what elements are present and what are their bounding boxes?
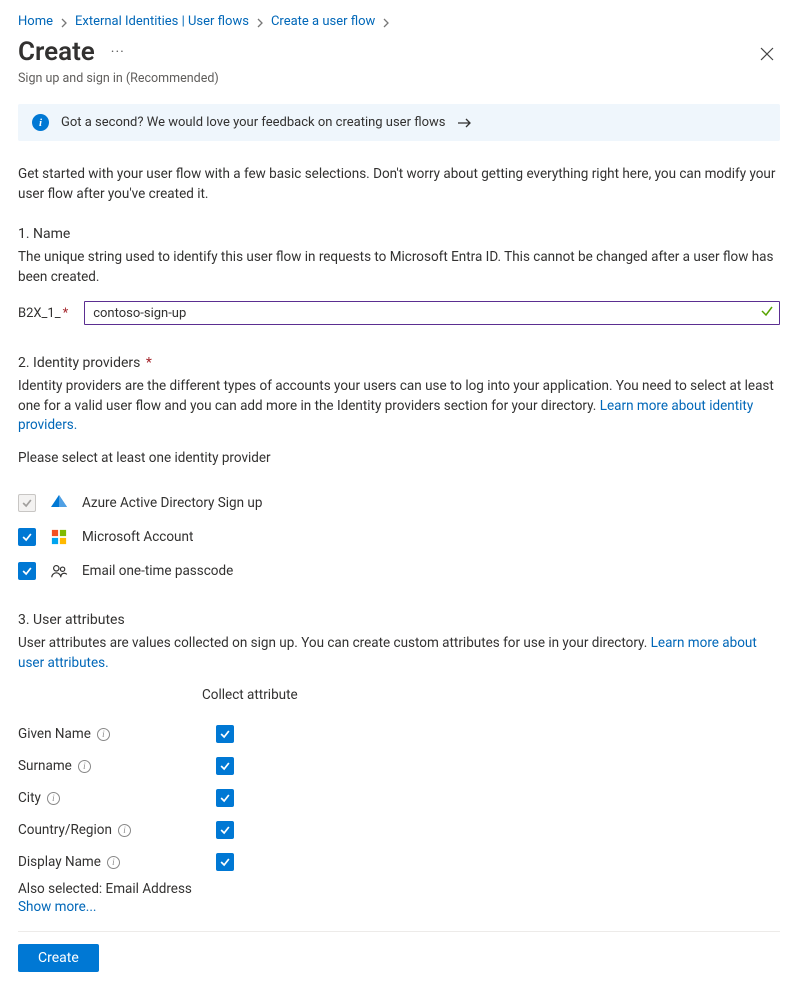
info-icon: i [32,114,49,131]
attr-checkbox-country[interactable] [216,821,234,839]
breadcrumb: Home External Identities | User flows Cr… [18,12,780,37]
name-prefix-label: B2X_1_* [18,306,68,321]
info-outline-icon[interactable]: i [107,856,120,869]
chevron-right-icon [59,17,69,27]
feedback-banner-text: Got a second? We would love your feedbac… [61,115,445,130]
idp-section-desc: Identity providers are the different typ… [18,377,780,436]
footer-bar: Create [18,931,780,986]
people-icon [50,562,68,580]
attr-checkbox-surname[interactable] [216,757,234,775]
breadcrumb-item-external-identities[interactable]: External Identities | User flows [75,14,249,29]
close-icon [760,47,774,61]
attr-row-country: Country/Region i [18,821,780,839]
breadcrumb-item-create-user-flow[interactable]: Create a user flow [271,14,375,29]
idp-checkbox-aad [18,494,36,512]
info-outline-icon[interactable]: i [78,760,91,773]
chevron-right-icon [381,17,391,27]
chevron-right-icon [255,17,265,27]
idp-instruction: Please select at least one identity prov… [18,450,780,466]
attr-label: Country/Region [18,822,112,838]
name-section-desc: The unique string used to identify this … [18,248,780,287]
aad-icon [50,494,68,512]
attr-row-surname: Surname i [18,757,780,775]
name-section-label: 1. Name [18,226,780,242]
idp-label-aad: Azure Active Directory Sign up [82,495,262,511]
intro-text: Get started with your user flow with a f… [18,165,780,204]
arrow-right-icon [457,117,473,129]
create-button[interactable]: Create [18,944,99,972]
attr-label: Given Name [18,726,91,742]
attr-section-desc: User attributes are values collected on … [18,634,780,673]
name-input[interactable] [84,301,780,325]
idp-section-label: 2. Identity providers * [18,355,780,371]
attr-label: Display Name [18,854,101,870]
idp-checkbox-ms[interactable] [18,528,36,546]
attr-row-given-name: Given Name i [18,725,780,743]
page-header: Create ··· Sign up and sign in (Recommen… [18,37,780,86]
idp-row-otp: Email one-time passcode [18,562,780,580]
attr-list: Given Name i Surname i City i [18,725,780,871]
close-button[interactable] [754,41,780,71]
attr-label: City [18,790,41,806]
info-outline-icon[interactable]: i [118,824,131,837]
info-outline-icon[interactable]: i [97,728,110,741]
attr-label: Surname [18,758,72,774]
idp-checkbox-otp[interactable] [18,562,36,580]
attr-checkbox-given-name[interactable] [216,725,234,743]
attr-checkbox-display-name[interactable] [216,853,234,871]
more-actions-button[interactable]: ··· [105,40,131,64]
checkmark-icon [760,304,774,322]
attr-row-display-name: Display Name i [18,853,780,871]
show-more-link[interactable]: Show more... [18,899,96,915]
page-subtitle: Sign up and sign in (Recommended) [18,71,219,86]
also-selected-text: Also selected: Email Address [18,881,780,897]
attr-column-header: Collect attribute [202,687,780,703]
idp-list: Azure Active Directory Sign up Microsoft… [18,494,780,580]
page-title: Create [18,37,95,67]
attr-row-city: City i [18,789,780,807]
idp-row-aad: Azure Active Directory Sign up [18,494,780,512]
idp-row-ms: Microsoft Account [18,528,780,546]
idp-label-ms: Microsoft Account [82,529,193,545]
breadcrumb-item-home[interactable]: Home [18,14,53,29]
info-outline-icon[interactable]: i [47,792,60,805]
attr-section-label: 3. User attributes [18,612,780,628]
idp-label-otp: Email one-time passcode [82,563,233,579]
microsoft-icon [50,528,68,546]
name-input-wrap [84,301,780,325]
feedback-banner[interactable]: i Got a second? We would love your feedb… [18,104,780,141]
attr-checkbox-city[interactable] [216,789,234,807]
